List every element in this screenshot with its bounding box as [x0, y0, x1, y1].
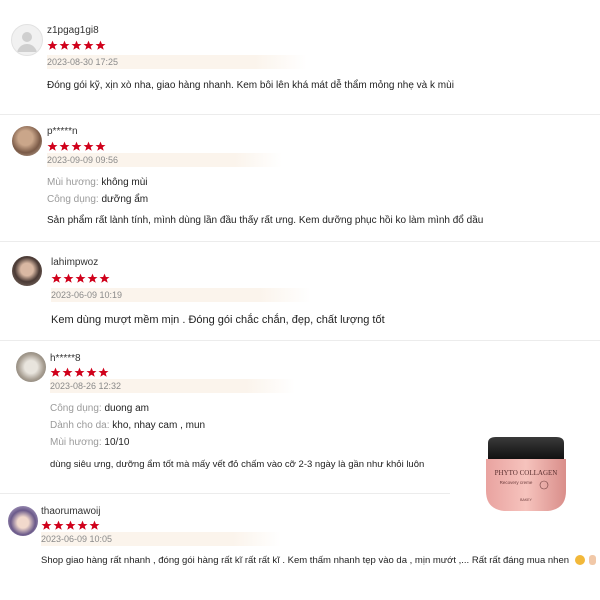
default-avatar-icon[interactable]: [11, 24, 43, 56]
star-rating: [41, 520, 100, 531]
attr-row: Công dụng: dưỡng ẩm: [47, 194, 148, 205]
review-date: 2023-06-09 10:19: [51, 288, 311, 302]
review-card: lahimpwoz 2023-06-09 10:19 Kem dùng mượt…: [0, 242, 600, 341]
attr-value: duong am: [104, 403, 149, 414]
attr-row: Công dụng: duong am: [50, 403, 149, 414]
review-username[interactable]: h*****8: [50, 353, 81, 364]
star-icon: [63, 273, 74, 283]
attr-label: Mùi hương:: [47, 177, 99, 188]
star-icon: [71, 141, 82, 151]
star-icon: [95, 40, 106, 50]
star-icon: [75, 273, 86, 283]
review-text: Shop giao hàng rất nhanh , đóng gói hàng…: [41, 555, 600, 566]
attr-value: kho, nhay cam , mun: [112, 420, 206, 431]
attr-value: 10/10: [104, 437, 130, 448]
star-rating: [47, 141, 106, 152]
star-icon: [47, 40, 58, 50]
review-card: thaorumawoij 2023-06-09 10:05 Shop giao …: [0, 494, 600, 600]
review-card: z1pgag1gi8 2023-08-30 17:25 Đóng gói kỹ,…: [0, 12, 600, 115]
review-date: 2023-08-26 12:32: [50, 379, 295, 393]
attr-label: Công dụng:: [47, 194, 99, 205]
emoji-smile-icon: [574, 555, 585, 566]
star-icon: [62, 367, 73, 377]
product-brand: PHYTO COLLAGEN: [495, 469, 558, 477]
review-text: Đóng gói kỹ, xịn xò nha, giao hàng nhanh…: [47, 80, 454, 91]
star-rating: [50, 367, 109, 378]
review-text-content: Shop giao hàng rất nhanh , đóng gói hàng…: [41, 555, 570, 566]
attr-row: Mùi hương: 10/10: [50, 437, 129, 448]
star-rating: [51, 273, 110, 284]
star-icon: [77, 520, 88, 530]
attr-value: không mùi: [101, 177, 148, 188]
dog-photo-avatar[interactable]: [16, 352, 46, 382]
star-icon: [51, 273, 62, 283]
user-photo-avatar[interactable]: [12, 256, 42, 286]
review-card: p*****n 2023-09-09 09:56 Mùi hương: khôn…: [0, 115, 600, 242]
star-icon: [65, 520, 76, 530]
star-icon: [87, 273, 98, 283]
star-rating: [47, 40, 106, 51]
review-username[interactable]: z1pgag1gi8: [47, 25, 99, 36]
star-icon: [95, 141, 106, 151]
review-text: dùng siêu ưng, dưỡng ẩm tốt mà mấy vết đ…: [50, 459, 425, 470]
review-date: 2023-06-09 10:05: [41, 532, 281, 546]
review-username[interactable]: lahimpwoz: [51, 257, 98, 268]
star-icon: [86, 367, 97, 377]
emoji-hand-icon: [589, 555, 597, 566]
review-username[interactable]: thaorumawoij: [41, 506, 100, 517]
attr-value: dưỡng ẩm: [101, 194, 149, 205]
star-icon: [83, 141, 94, 151]
anime-avatar[interactable]: [8, 506, 38, 536]
review-username[interactable]: p*****n: [47, 126, 78, 137]
star-icon: [71, 40, 82, 50]
star-icon: [53, 520, 64, 530]
star-icon: [59, 141, 70, 151]
star-icon: [83, 40, 94, 50]
star-icon: [59, 40, 70, 50]
review-text: Kem dùng mượt mềm mịn . Đóng gói chắc ch…: [51, 314, 385, 326]
star-icon: [89, 520, 100, 530]
attr-row: Mùi hương: không mùi: [47, 177, 148, 188]
review-text: Sản phẩm rất lành tính, mình dùng lần đầ…: [47, 215, 484, 226]
user-photo-avatar[interactable]: [12, 126, 42, 156]
attr-label: Công dụng:: [50, 403, 102, 414]
star-icon: [47, 141, 58, 151]
review-date: 2023-08-30 17:25: [47, 55, 307, 69]
star-icon: [98, 367, 109, 377]
attr-label: Dành cho da:: [50, 420, 110, 431]
star-icon: [74, 367, 85, 377]
product-subtitle: Recovery creme: [500, 480, 533, 485]
star-icon: [50, 367, 61, 377]
attr-label: Mùi hương:: [50, 437, 102, 448]
review-date: 2023-09-09 09:56: [47, 153, 282, 167]
star-icon: [99, 273, 110, 283]
star-icon: [41, 520, 52, 530]
attr-row: Dành cho da: kho, nhay cam , mun: [50, 420, 205, 431]
